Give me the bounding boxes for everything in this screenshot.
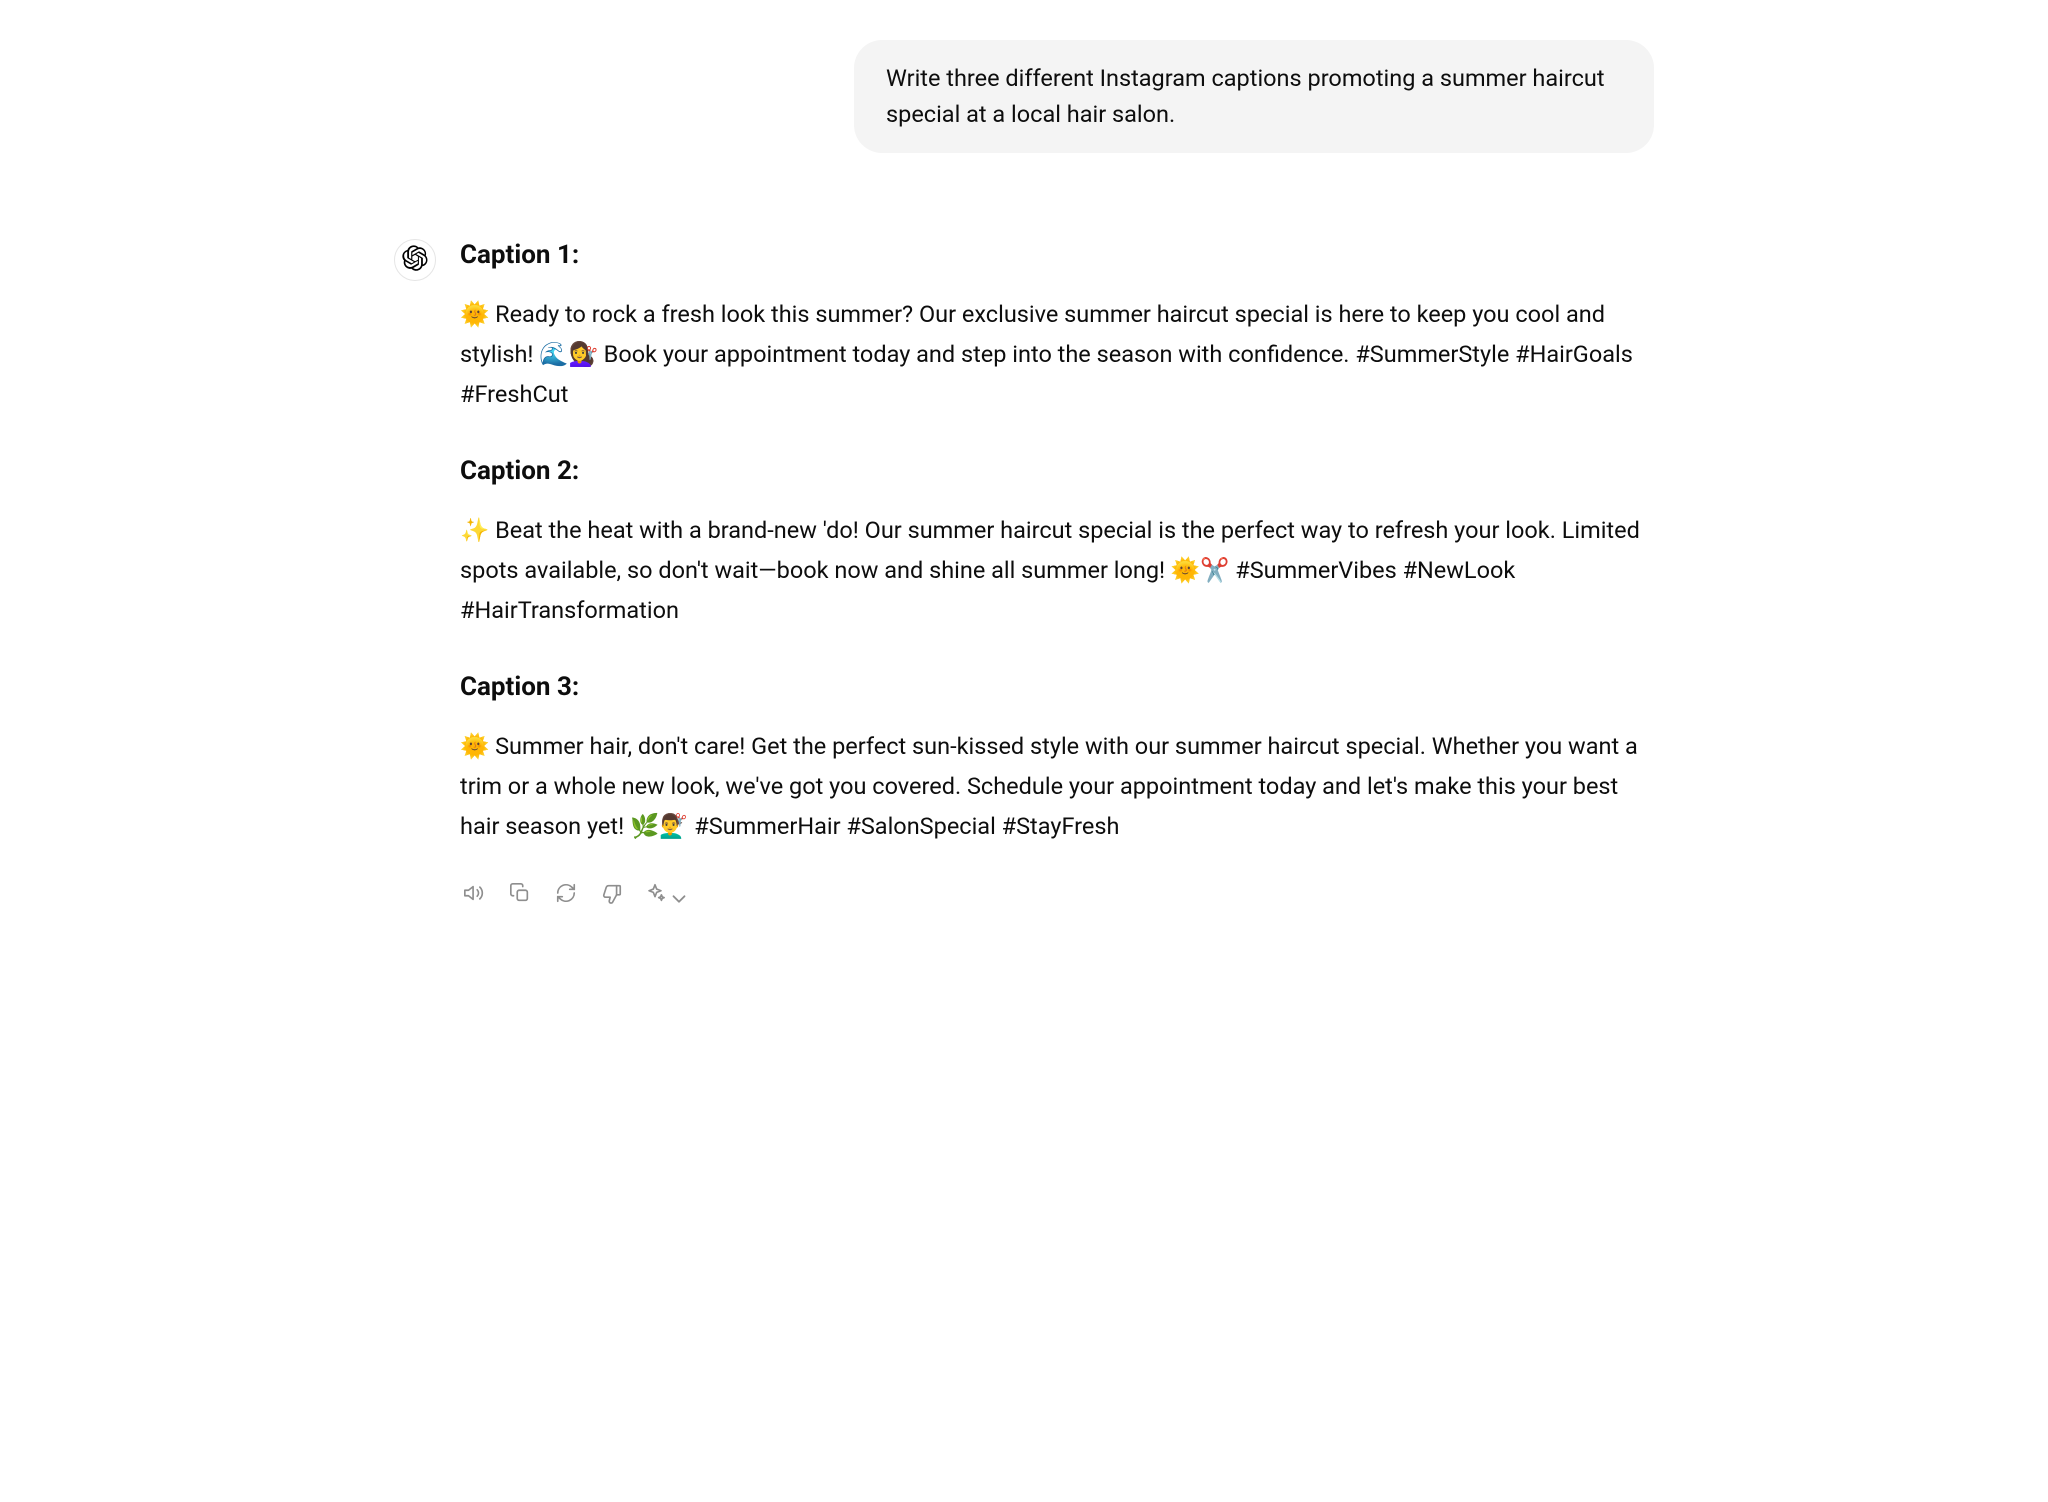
refresh-icon bbox=[555, 882, 577, 907]
speaker-icon bbox=[463, 882, 485, 907]
read-aloud-button[interactable] bbox=[460, 881, 488, 909]
caption-3-body: 🌞 Summer hair, don't care! Get the perfe… bbox=[460, 727, 1654, 847]
assistant-message-row: Caption 1: 🌞 Ready to rock a fresh look … bbox=[394, 233, 1654, 909]
chevron-down-icon bbox=[668, 888, 682, 902]
user-message-bubble: Write three different Instagram captions… bbox=[854, 40, 1654, 153]
more-actions-button[interactable] bbox=[644, 882, 682, 907]
regenerate-button[interactable] bbox=[552, 881, 580, 909]
bad-response-button[interactable] bbox=[598, 881, 626, 909]
thumbs-down-icon bbox=[601, 882, 623, 907]
caption-2-heading: Caption 2: bbox=[460, 449, 1654, 493]
caption-1-body: 🌞 Ready to rock a fresh look this summer… bbox=[460, 295, 1654, 415]
assistant-content: Caption 1: 🌞 Ready to rock a fresh look … bbox=[460, 233, 1654, 909]
sparkle-icon bbox=[644, 882, 666, 907]
user-message-row: Write three different Instagram captions… bbox=[394, 40, 1654, 153]
openai-logo-icon bbox=[402, 245, 428, 275]
assistant-avatar bbox=[394, 239, 436, 281]
caption-1-heading: Caption 1: bbox=[460, 233, 1654, 277]
chat-container: Write three different Instagram captions… bbox=[394, 40, 1654, 909]
user-message-text: Write three different Instagram captions… bbox=[886, 64, 1605, 128]
caption-2-body: ✨ Beat the heat with a brand-new 'do! Ou… bbox=[460, 511, 1654, 631]
copy-icon bbox=[509, 882, 531, 907]
copy-button[interactable] bbox=[506, 881, 534, 909]
message-actions bbox=[460, 881, 1654, 909]
caption-3-heading: Caption 3: bbox=[460, 665, 1654, 709]
